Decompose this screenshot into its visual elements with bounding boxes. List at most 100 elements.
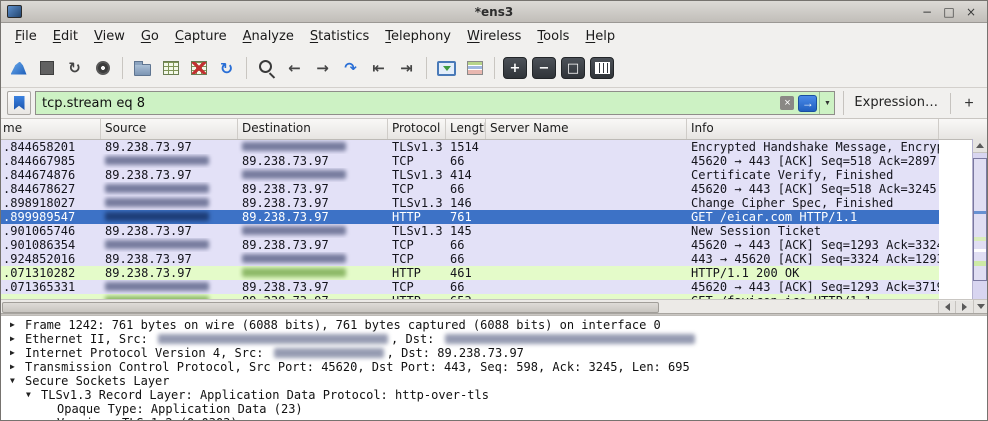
cell-time: .844667985 xyxy=(1,154,101,168)
packet-details: ▶Frame 1242: 761 bytes on wire (6088 bit… xyxy=(1,316,987,420)
column-header-length[interactable]: Length xyxy=(446,119,486,139)
menubar: FileEditViewGoCaptureAnalyzeStatisticsTe… xyxy=(1,23,987,49)
colorize-button[interactable] xyxy=(461,55,488,82)
zoom-out-button[interactable]: − xyxy=(532,57,556,79)
packet-row[interactable]: .89891802789.238.73.97TLSv1.3146Change C… xyxy=(1,196,939,210)
display-filter-input[interactable] xyxy=(36,96,780,111)
packet-row[interactable]: .84466798589.238.73.97TCP6645620 → 443 [… xyxy=(1,154,939,168)
packet-row[interactable]: .90106574689.238.73.97TLSv1.3145New Sess… xyxy=(1,224,939,238)
scroll-up-button[interactable] xyxy=(973,139,987,153)
menu-item-view[interactable]: View xyxy=(86,26,133,47)
add-filter-button[interactable]: + xyxy=(959,94,979,114)
packet-row[interactable]: .92485201689.238.73.97TCP66443 → 45620 [… xyxy=(1,252,939,266)
maximize-button[interactable]: □ xyxy=(941,4,957,20)
expand-icon[interactable]: ▶ xyxy=(9,346,25,360)
menu-item-statistics[interactable]: Statistics xyxy=(302,26,377,47)
start-capture-button[interactable] xyxy=(5,55,32,82)
go-first-button[interactable]: ⇤ xyxy=(365,55,392,82)
titlebar[interactable]: *ens3 − □ × xyxy=(1,1,987,23)
collapse-icon[interactable]: ▼ xyxy=(25,388,41,402)
cell-server_name xyxy=(486,140,687,154)
expression-button[interactable]: Expression… xyxy=(843,91,948,115)
column-header-source[interactable]: Source xyxy=(101,119,238,139)
detail-line[interactable]: ▶Transmission Control Protocol, Src Port… xyxy=(3,360,987,374)
column-header-protocol[interactable]: Protocol xyxy=(388,119,446,139)
stop-square-icon xyxy=(40,61,54,75)
packet-row[interactable]: .84465820189.238.73.97TLSv1.31514Encrypt… xyxy=(1,140,939,154)
go-forward-button[interactable]: → xyxy=(309,55,336,82)
expand-icon[interactable]: ▶ xyxy=(9,318,25,332)
cell-info: Change Cipher Spec, Finished xyxy=(687,196,939,210)
detail-line[interactable]: ▶Internet Protocol Version 4, Src: , Dst… xyxy=(3,346,987,360)
zoom-normal-button[interactable]: □ xyxy=(561,57,585,79)
go-to-packet-button[interactable]: ↷ xyxy=(337,55,364,82)
go-back-button[interactable]: ← xyxy=(281,55,308,82)
cell-length: 66 xyxy=(446,182,486,196)
packet-row[interactable]: .89998954789.238.73.97HTTP761GET /eicar.… xyxy=(1,210,939,224)
close-file-button[interactable] xyxy=(185,55,212,82)
menu-item-tools[interactable]: Tools xyxy=(529,26,577,47)
detail-line[interactable]: Opaque Type: Application Data (23) xyxy=(3,402,987,416)
menu-item-go[interactable]: Go xyxy=(133,26,167,47)
save-file-button[interactable] xyxy=(157,55,184,82)
detail-line[interactable]: ▶Frame 1242: 761 bytes on wire (6088 bit… xyxy=(3,318,987,332)
filter-clear-button[interactable]: × xyxy=(780,96,794,110)
redacted-value xyxy=(105,212,209,221)
restart-capture-button[interactable]: ↻ xyxy=(61,55,88,82)
filter-bookmark-button[interactable] xyxy=(7,91,31,115)
menu-item-help[interactable]: Help xyxy=(577,26,623,47)
scrollbar-thumb[interactable] xyxy=(973,158,987,281)
scroll-left-button[interactable] xyxy=(938,301,956,313)
down-arrow-icon xyxy=(977,304,985,309)
hscroll-thumb[interactable] xyxy=(2,302,659,313)
column-header-server_name[interactable]: Server Name xyxy=(486,119,687,139)
filter-apply-button[interactable]: → xyxy=(798,95,817,112)
detail-line[interactable]: ▼Secure Sockets Layer xyxy=(3,374,987,388)
menu-item-telephony[interactable]: Telephony xyxy=(377,26,459,47)
detail-text: Transmission Control Protocol, Src Port:… xyxy=(25,360,690,374)
expand-icon[interactable]: ▶ xyxy=(9,360,25,374)
cell-protocol: TLSv1.3 xyxy=(388,224,446,238)
minimize-button[interactable]: − xyxy=(919,4,935,20)
packet-list-scrollbar[interactable] xyxy=(972,139,987,299)
column-header-time[interactable]: me xyxy=(1,119,101,139)
cell-server_name xyxy=(486,280,687,294)
zoom-in-button[interactable]: + xyxy=(503,57,527,79)
menu-item-file[interactable]: File xyxy=(7,26,45,47)
toolbar-separator xyxy=(494,57,495,79)
expand-icon[interactable]: ▶ xyxy=(9,332,25,346)
resize-columns-button[interactable] xyxy=(590,57,614,79)
packet-row[interactable]: .07136533189.238.73.97TCP6645620 → 443 [… xyxy=(1,280,939,294)
detail-line[interactable]: Version: TLS 1.2 (0x0303) xyxy=(3,416,987,420)
find-packet-button[interactable] xyxy=(253,55,280,82)
column-header-destination[interactable]: Destination xyxy=(238,119,388,139)
reload-file-button[interactable]: ↻ xyxy=(213,55,240,82)
packet-row[interactable]: .07131028289.238.73.97HTTP461HTTP/1.1 20… xyxy=(1,266,939,280)
cell-source: 89.238.73.97 xyxy=(101,266,238,280)
auto-scroll-button[interactable] xyxy=(433,55,460,82)
packet-row[interactable]: .84467487689.238.73.97TLSv1.3414Certific… xyxy=(1,168,939,182)
packet-row[interactable]: .84467862789.238.73.97TCP6645620 → 443 [… xyxy=(1,182,939,196)
collapse-icon[interactable]: ▼ xyxy=(9,374,25,388)
menu-item-wireless[interactable]: Wireless xyxy=(459,26,529,47)
menu-item-edit[interactable]: Edit xyxy=(45,26,86,47)
horizontal-scrollbar[interactable] xyxy=(1,299,973,313)
cell-time: .844674876 xyxy=(1,168,101,182)
capture-options-button[interactable] xyxy=(89,55,116,82)
scroll-down-button[interactable] xyxy=(973,299,987,313)
go-last-button[interactable]: ⇥ xyxy=(393,55,420,82)
filter-dropdown-button[interactable]: ▼ xyxy=(819,92,834,114)
open-file-button[interactable] xyxy=(129,55,156,82)
packet-row[interactable]: .90108635489.238.73.97TCP6645620 → 443 [… xyxy=(1,238,939,252)
close-button[interactable]: × xyxy=(963,4,979,20)
scroll-right-button[interactable] xyxy=(955,301,973,313)
detail-line[interactable]: ▶Ethernet II, Src: , Dst: xyxy=(3,332,987,346)
stop-capture-button[interactable] xyxy=(33,55,60,82)
menu-item-analyze[interactable]: Analyze xyxy=(235,26,302,47)
column-header-info[interactable]: Info xyxy=(687,119,939,139)
cell-protocol: TLSv1.3 xyxy=(388,196,446,210)
menu-item-capture[interactable]: Capture xyxy=(167,26,235,47)
redacted-value xyxy=(242,226,346,235)
detail-line[interactable]: ▼TLSv1.3 Record Layer: Application Data … xyxy=(3,388,987,402)
cell-protocol: TLSv1.3 xyxy=(388,168,446,182)
